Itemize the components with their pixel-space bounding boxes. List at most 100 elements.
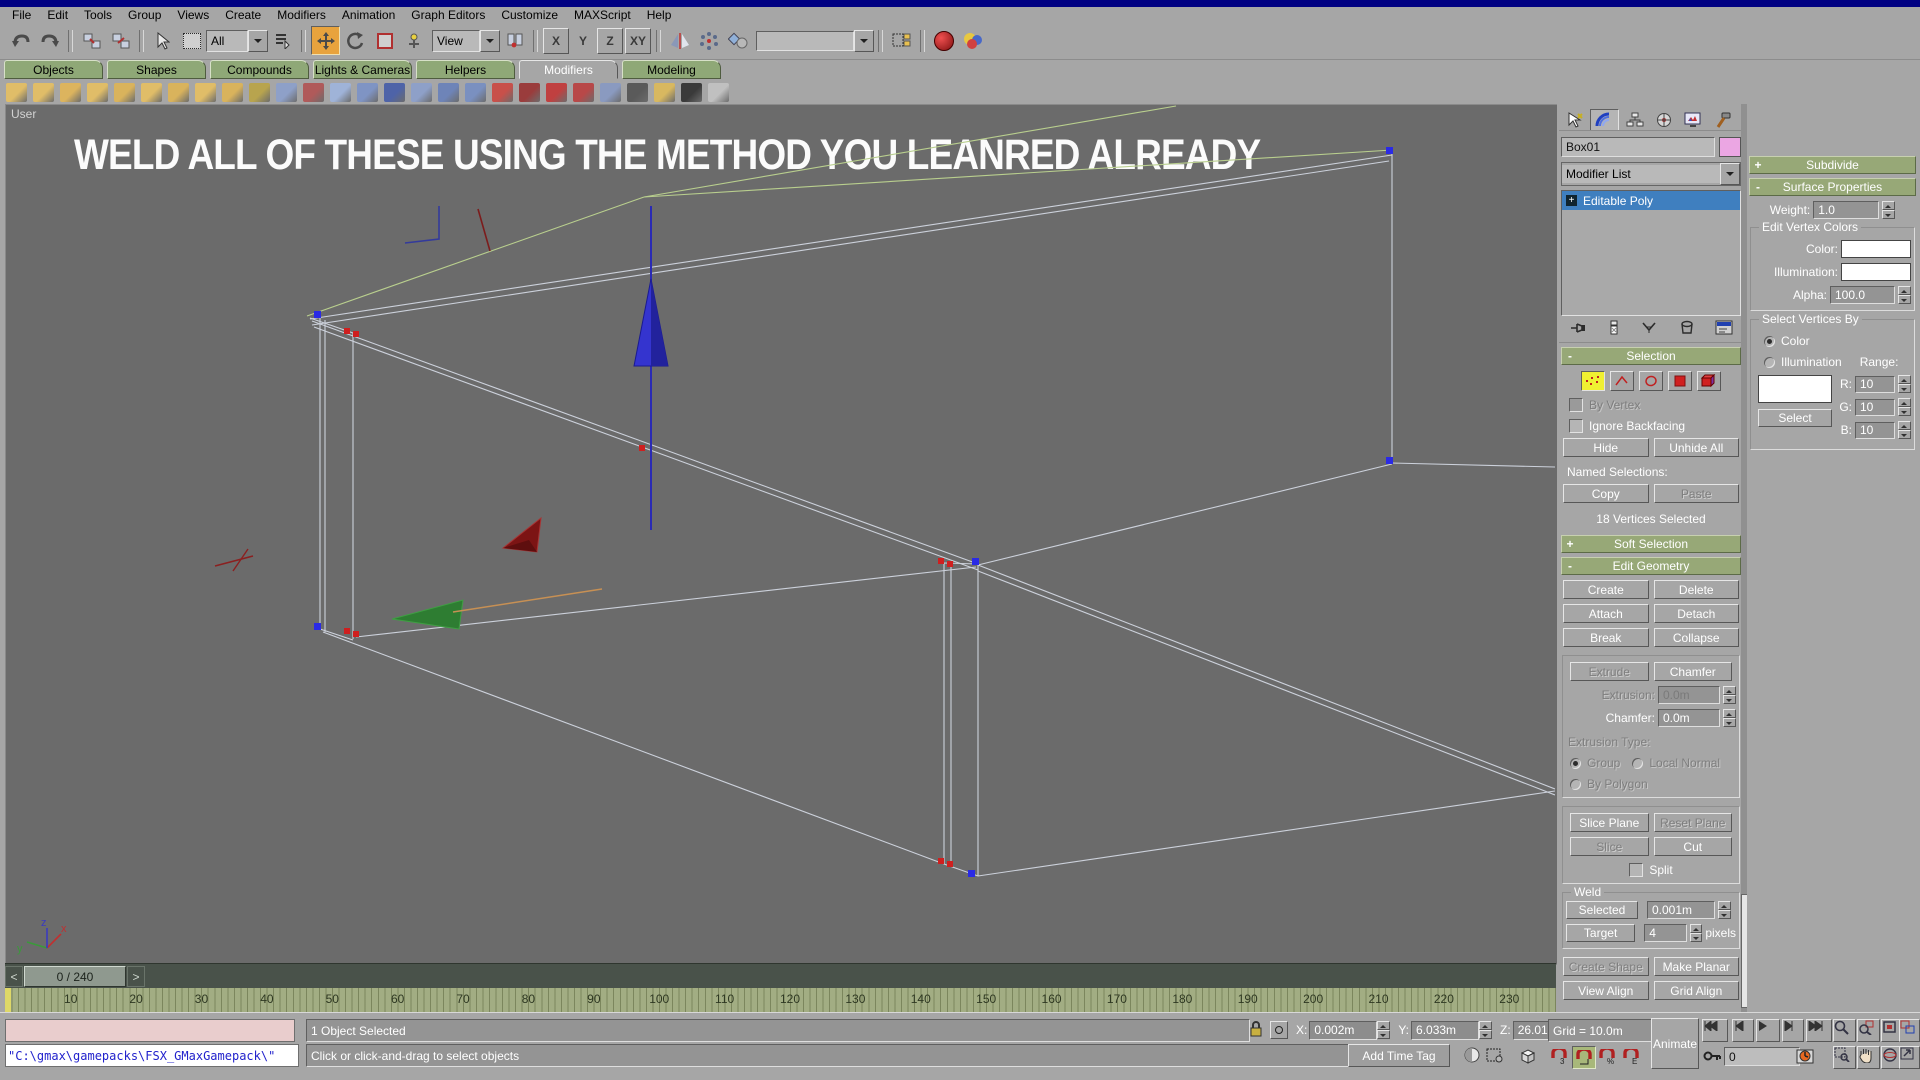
chamfer-button[interactable]: Chamfer [1653,662,1732,681]
selection-lock-icon[interactable] [1248,1020,1264,1041]
selection-filter-dropdown[interactable]: All [206,29,268,52]
dotted-region-icon[interactable] [1486,1047,1504,1067]
shaded-sphere-icon[interactable] [1463,1047,1481,1067]
weld-selected-spinner[interactable] [1718,901,1731,919]
select-by-color-radio[interactable] [1764,335,1775,347]
weld-selected-button[interactable]: Selected [1566,901,1638,919]
tab-lights-cameras[interactable]: Lights & Cameras [313,60,412,79]
snap-3d-icon[interactable]: 3 [1548,1046,1570,1067]
weld-selected-field[interactable]: 0.001m [1647,901,1715,919]
track-bar[interactable]: 10 20 30 40 50 60 70 80 90 100 110 120 130 140 150 160 1… [5,988,1556,1012]
lattice-modifier-icon[interactable] [627,82,648,102]
modify-tab-icon[interactable] [1590,109,1619,130]
y-coordinate-field[interactable]: 6.033m [1411,1020,1480,1040]
lathe-modifier-icon[interactable] [303,82,324,102]
select-and-link-icon[interactable] [78,27,105,54]
next-frame-arrow[interactable]: > [127,966,145,987]
zoom-icon[interactable] [1833,1019,1856,1042]
shell-modifier-icon[interactable] [330,82,351,102]
plane-modifier-icon[interactable] [654,82,675,102]
viewport-user[interactable]: User WELD ALL OF THESE USING THE METHOD … [5,104,1558,965]
maxscript-listener-line[interactable]: "C:\gmax\gamepacks\FSX_GMaxGamepack\" [5,1044,299,1067]
alpha-spinner[interactable] [1898,286,1911,304]
squeeze-modifier-icon[interactable] [141,82,162,102]
push-modifier-icon[interactable] [168,82,189,102]
absolute-offset-mode-icon[interactable] [1270,1021,1288,1039]
edit-geometry-rollout-header[interactable]: - Edit Geometry [1561,557,1741,575]
unwrap-uvw-modifier-icon[interactable] [492,82,513,102]
pin-stack-icon[interactable] [1569,321,1587,338]
spinner-snap-icon[interactable]: E [1620,1046,1642,1067]
surface-properties-rollout-header[interactable]: - Surface Properties [1749,178,1916,196]
uvw-map-modifier-icon[interactable] [519,82,540,102]
time-configuration-icon[interactable] [1796,1047,1815,1068]
percent-snap-icon[interactable]: % [1596,1046,1618,1067]
reference-coordinate-system-dropdown[interactable]: View [432,29,500,52]
menu-item[interactable]: Help [639,8,680,22]
view-align-button[interactable]: View Align [1563,981,1649,1000]
time-slider-thumb[interactable]: 0 / 240 [24,966,126,987]
rectangular-selection-region-icon[interactable] [178,27,205,54]
y-coordinate-spinner[interactable] [1479,1021,1493,1039]
use-center-icon[interactable] [501,27,528,54]
time-slider[interactable]: < 0 / 240 > [5,963,1556,989]
utilities-tab-icon[interactable] [1708,110,1735,130]
menu-item[interactable]: Tools [76,8,120,22]
boolean-modifier-icon[interactable] [411,82,432,102]
border-mode-icon[interactable] [1639,371,1663,391]
taper-modifier-icon[interactable] [33,82,54,102]
quick-render-icon[interactable] [959,27,986,54]
twist-modifier-icon[interactable] [60,82,81,102]
menu-item[interactable]: Animation [334,8,403,22]
illumination-swatch[interactable] [1841,263,1911,281]
extrusion-spinner[interactable] [1723,686,1736,704]
region-zoom-icon[interactable] [1833,1046,1856,1069]
polygon-mode-icon[interactable] [1668,371,1692,391]
redo-icon[interactable] [36,27,63,54]
menu-item[interactable]: MAXScript [566,8,639,22]
select-color-swatch[interactable] [1758,375,1832,403]
motion-tab-icon[interactable] [1650,110,1677,130]
next-frame-icon[interactable] [1782,1019,1804,1042]
noise-modifier-icon[interactable] [195,82,216,102]
hierarchy-tab-icon[interactable] [1621,110,1648,130]
tab-objects[interactable]: Objects [4,60,103,79]
display-tab-icon[interactable] [1679,110,1706,130]
dropdown-arrow-icon[interactable] [480,29,500,52]
menu-item[interactable]: Create [217,8,269,22]
subdivide-rollout-header[interactable]: + Subdivide [1749,156,1916,174]
edge-mode-icon[interactable] [1610,371,1634,391]
key-mode-icon[interactable] [1703,1049,1721,1066]
tab-compounds[interactable]: Compounds [210,60,309,79]
grid-align-button[interactable]: Grid Align [1653,981,1739,1000]
play-animation-icon[interactable] [1756,1019,1780,1042]
restrict-y-button[interactable]: Y [571,29,595,53]
fillet-modifier-icon[interactable] [384,82,405,102]
collapse-button[interactable]: Collapse [1653,628,1739,647]
angle-snap-icon[interactable] [1572,1046,1596,1069]
go-to-end-icon[interactable] [1806,1019,1832,1042]
checker-modifier-icon[interactable] [681,82,702,102]
detach-button[interactable]: Detach [1653,604,1739,623]
modifier-list-dropdown[interactable]: Modifier List [1561,162,1741,186]
rollout-toggle[interactable]: + [1750,158,1766,172]
ignore-backfacing-checkbox[interactable] [1569,419,1583,433]
hide-button[interactable]: Hide [1563,438,1649,457]
modifier-stack[interactable]: + Editable Poly [1561,190,1741,316]
mirror-icon[interactable] [666,27,693,54]
make-planar-button[interactable]: Make Planar [1653,957,1739,976]
dropdown-arrow-icon[interactable] [1720,163,1740,185]
range-b-field[interactable]: 10 [1855,421,1895,439]
smooth-modifier-icon[interactable] [573,82,594,102]
weld-target-spinner[interactable] [1689,924,1703,942]
object-color-swatch[interactable] [1719,137,1741,157]
tab-shapes[interactable]: Shapes [107,60,206,79]
track-bar-frame-marker[interactable] [5,988,11,1012]
rollout-toggle[interactable]: - [1562,559,1578,573]
vertex-paint-modifier-icon[interactable] [546,82,567,102]
select-and-scale-icon[interactable] [371,27,398,54]
rollout-toggle[interactable]: - [1750,180,1766,194]
weld-target-field[interactable]: 4 [1644,924,1687,942]
by-polygon-radio[interactable] [1570,778,1581,790]
menu-item[interactable]: File [4,8,39,22]
